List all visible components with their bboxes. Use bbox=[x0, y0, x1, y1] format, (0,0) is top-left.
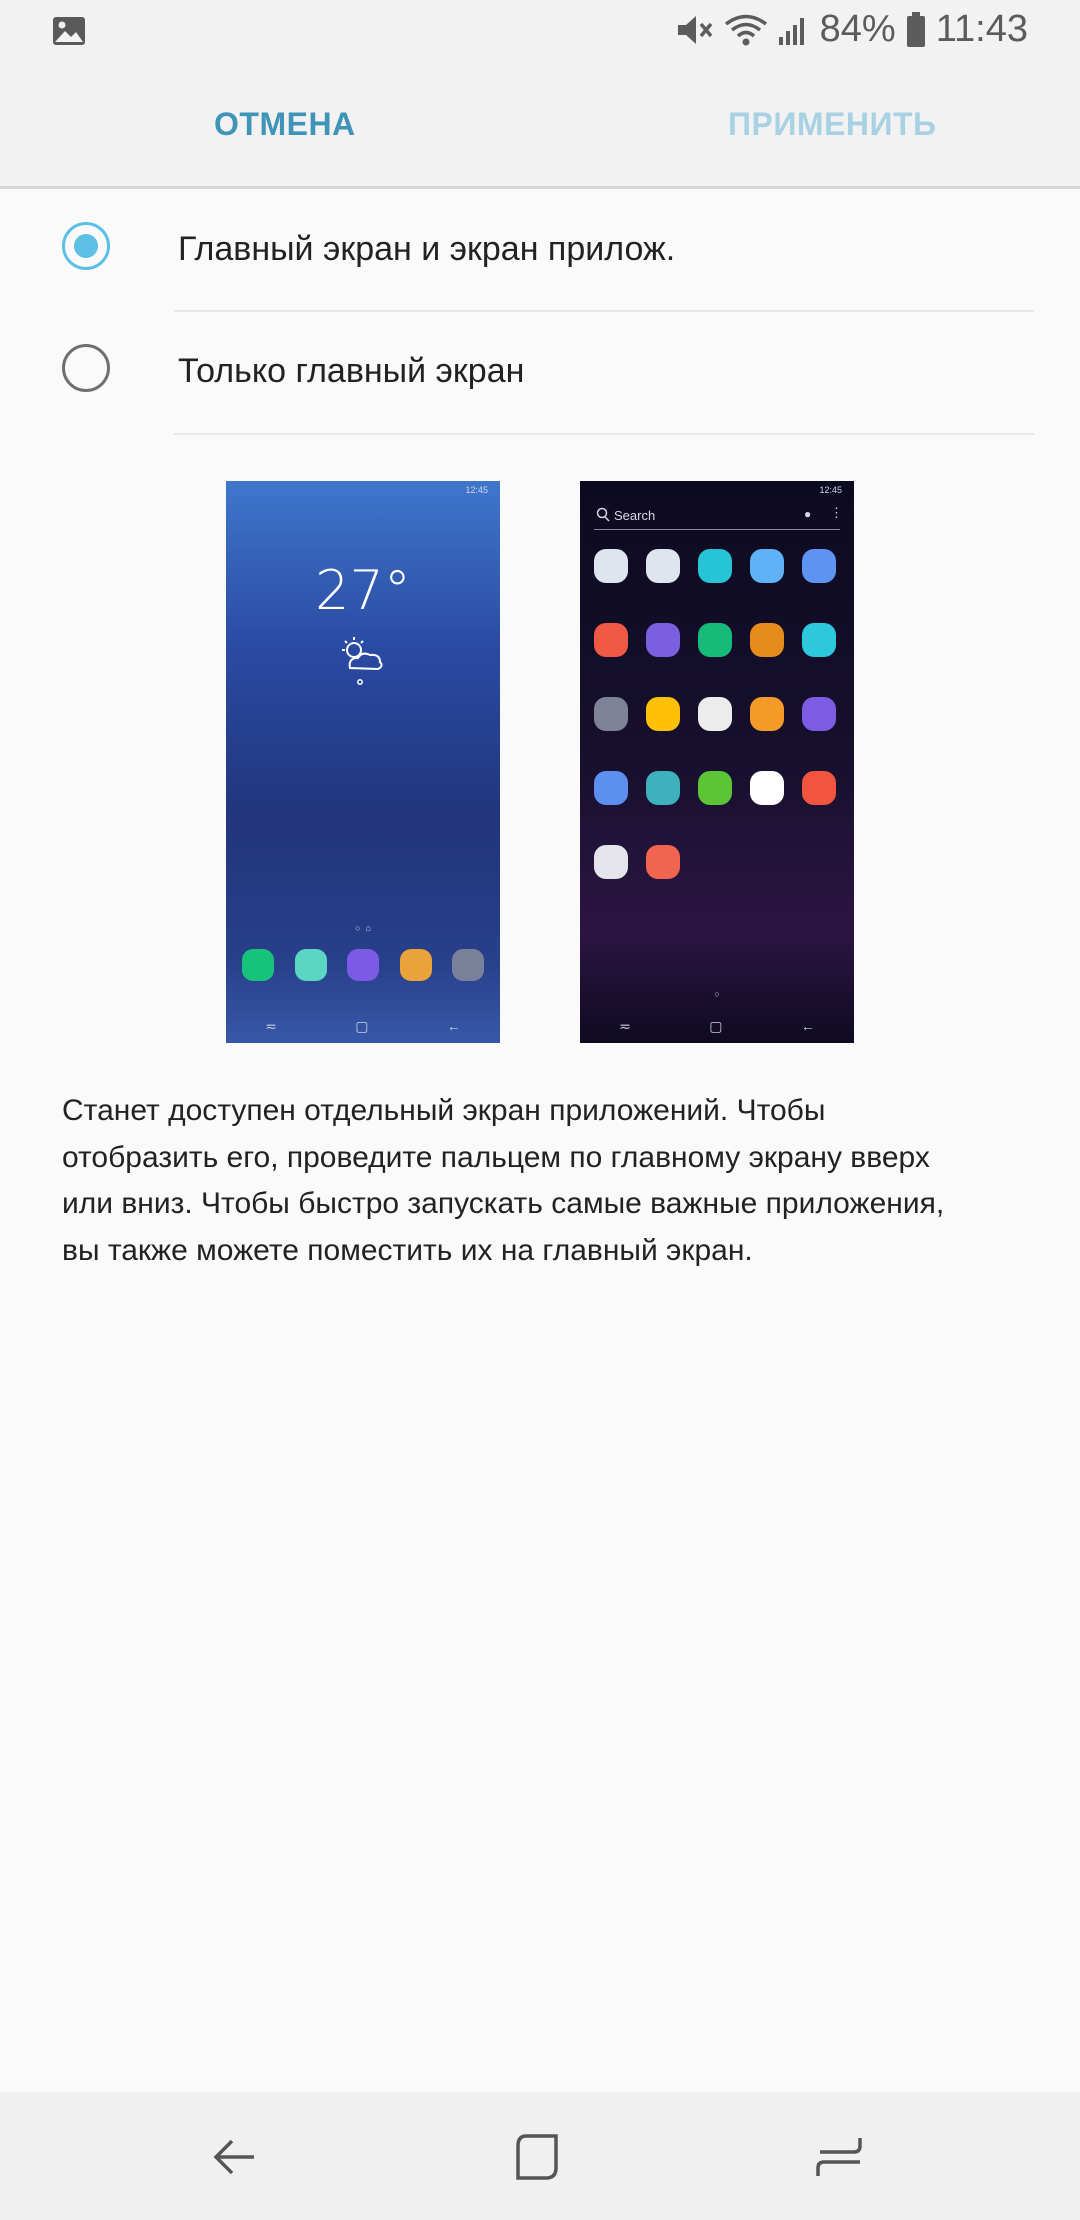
dock-app-icon bbox=[452, 949, 484, 981]
app-icon bbox=[750, 771, 784, 805]
wifi-icon bbox=[724, 13, 768, 47]
option-home-and-apps[interactable]: Главный экран и экран прилож. bbox=[0, 190, 1080, 312]
app-icon bbox=[750, 623, 784, 657]
signal-icon bbox=[778, 13, 810, 47]
dock-app-icon bbox=[347, 949, 379, 981]
image-icon bbox=[52, 16, 86, 46]
app-icon-grid bbox=[594, 549, 846, 879]
radio-unselected[interactable] bbox=[62, 344, 110, 392]
status-bar: 84% 11:43 bbox=[0, 0, 1080, 64]
app-icon bbox=[750, 549, 784, 583]
back-icon: ← bbox=[446, 1018, 461, 1034]
option-home-only[interactable]: Только главный экран bbox=[0, 312, 1080, 434]
preview-status-time: 12:45 bbox=[465, 485, 488, 495]
back-icon[interactable] bbox=[210, 2132, 260, 2182]
weather-temperature: 27° bbox=[315, 559, 411, 622]
app-icon bbox=[594, 549, 628, 583]
mic-icon: ● bbox=[804, 507, 812, 521]
battery-icon bbox=[906, 11, 926, 48]
home-icon: ▢ bbox=[709, 1018, 723, 1034]
home-icon: ▢ bbox=[355, 1018, 369, 1034]
app-icon bbox=[802, 697, 836, 731]
recents-icon: ≂ bbox=[619, 1018, 631, 1034]
app-icon bbox=[802, 549, 836, 583]
home-icon[interactable] bbox=[512, 2132, 562, 2182]
dock bbox=[242, 949, 484, 981]
app-icon bbox=[646, 771, 680, 805]
app-icon bbox=[594, 771, 628, 805]
app-icon bbox=[802, 623, 836, 657]
app-icon bbox=[698, 771, 732, 805]
action-header: ОТМЕНА ПРИМЕНИТЬ bbox=[0, 64, 1080, 189]
app-icon bbox=[698, 549, 732, 583]
preview-search-bar: Search ● ⋮ bbox=[594, 505, 843, 530]
page-indicator: ○ bbox=[714, 989, 720, 999]
cancel-button[interactable]: ОТМЕНА bbox=[214, 106, 356, 143]
description-text: Станет доступен отдельный экран приложен… bbox=[62, 1094, 945, 1267]
recents-icon: ≂ bbox=[265, 1018, 277, 1034]
radio-selected[interactable] bbox=[62, 222, 110, 270]
app-icon bbox=[594, 845, 628, 879]
recents-icon[interactable] bbox=[814, 2132, 864, 2182]
status-icons: 84% 11:43 bbox=[676, 8, 1028, 51]
apply-button[interactable]: ПРИМЕНИТЬ bbox=[728, 106, 937, 143]
preview-nav: ≂ ▢ ← bbox=[226, 1018, 500, 1035]
back-icon: ← bbox=[800, 1018, 815, 1034]
option-label: Главный экран и экран прилож. bbox=[178, 230, 676, 268]
preview-nav: ≂ ▢ ← bbox=[580, 1018, 854, 1035]
dock-app-icon bbox=[294, 949, 327, 981]
app-icon bbox=[698, 623, 732, 657]
search-icon bbox=[596, 507, 610, 528]
app-icon bbox=[802, 771, 836, 805]
dock-app-icon bbox=[242, 949, 274, 981]
option-label: Только главный экран bbox=[178, 352, 525, 390]
navigation-bar bbox=[0, 2092, 1080, 2220]
apps-screen-preview: 12:45 Search ● ⋮ ○ ≂ ▢ ← bbox=[580, 481, 854, 1043]
app-icon bbox=[594, 697, 628, 731]
clock: 11:43 bbox=[935, 8, 1028, 50]
app-icon bbox=[646, 697, 680, 731]
app-icon bbox=[698, 697, 732, 731]
home-screen-preview: 12:45 27° ○ ⌂ ≂ ▢ ← bbox=[226, 481, 500, 1043]
weather-icon bbox=[336, 634, 388, 693]
divider bbox=[174, 433, 1034, 435]
battery-percent: 84% bbox=[819, 8, 896, 50]
page-indicator: ○ ⌂ bbox=[355, 923, 371, 933]
mute-icon bbox=[676, 13, 714, 47]
app-icon bbox=[646, 623, 680, 657]
app-icon bbox=[594, 623, 628, 657]
more-icon: ⋮ bbox=[830, 505, 843, 520]
app-icon bbox=[646, 845, 680, 879]
app-icon bbox=[750, 697, 784, 731]
preview-status-time: 12:45 bbox=[819, 485, 842, 495]
dock-app-icon bbox=[399, 949, 432, 981]
app-icon bbox=[646, 549, 680, 583]
search-placeholder: Search bbox=[614, 508, 656, 523]
